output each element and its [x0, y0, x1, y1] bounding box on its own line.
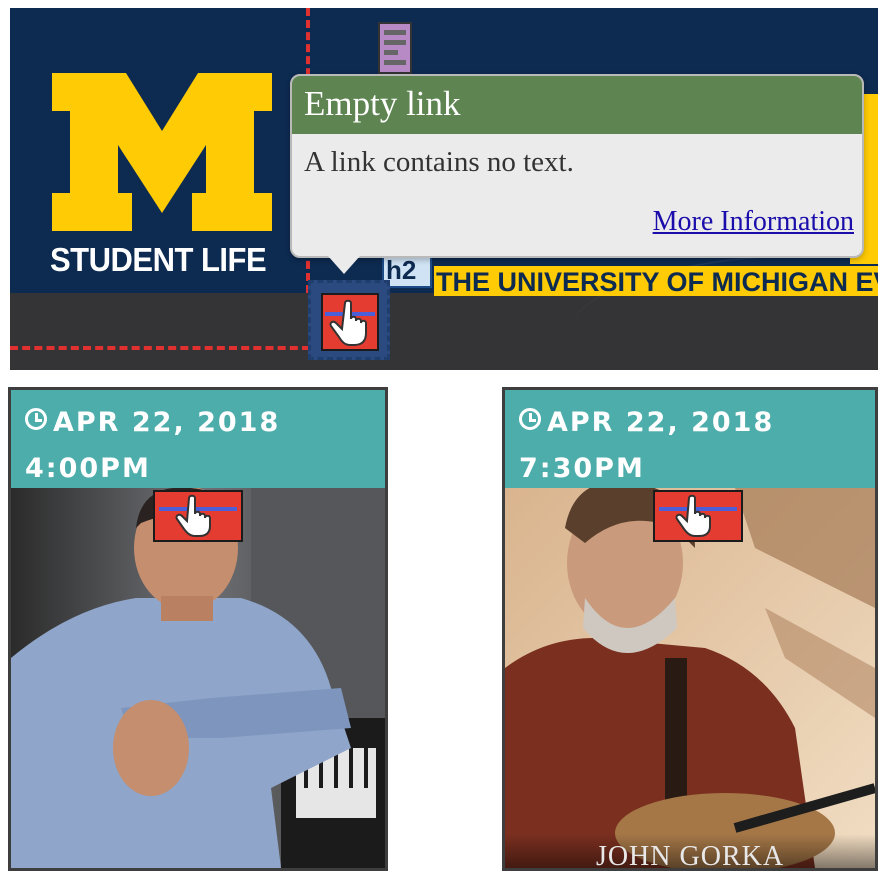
block-m-logo — [52, 73, 272, 231]
event-time: 7:30PM — [519, 453, 645, 484]
tooltip-arrow — [328, 256, 360, 274]
tooltip-title: Empty link — [292, 76, 862, 134]
header-band — [10, 253, 878, 370]
events-marquee: THE UNIVERSITY OF MICHIGAN EVENTS — [434, 266, 878, 296]
event-datetime: APR 22, 2018 7:30PM — [505, 390, 875, 488]
logo-text: STUDENT LIFE — [50, 240, 267, 279]
clock-icon — [519, 408, 541, 430]
hand-pointer-icon[interactable] — [153, 490, 243, 542]
event-photo-guitarist — [505, 488, 875, 868]
hand-pointer-icon[interactable] — [653, 490, 743, 542]
event-photo-pianist — [11, 488, 385, 868]
event-date: APR 22, 2018 — [53, 407, 281, 438]
event-datetime: APR 22, 2018 4:00PM — [11, 390, 385, 488]
more-information-link[interactable]: More Information — [653, 206, 854, 238]
empty-link-marker[interactable] — [308, 280, 390, 360]
focus-outline-horizontal — [10, 346, 310, 350]
hand-pointer-icon — [321, 293, 379, 351]
clock-icon — [25, 408, 47, 430]
event-time: 4:00PM — [25, 453, 151, 484]
event-card[interactable]: APR 22, 2018 4:00PM — [8, 387, 388, 871]
event-card[interactable]: APR 22, 2018 7:30PM JOHN GORKA — [502, 387, 878, 871]
event-title[interactable]: JOHN GORKA — [505, 834, 875, 868]
structure-icon[interactable] — [378, 22, 412, 74]
accessibility-tooltip: Empty link A link contains no text. More… — [290, 74, 864, 274]
event-date: APR 22, 2018 — [547, 407, 775, 438]
tooltip-message: A link contains no text. — [304, 146, 574, 178]
